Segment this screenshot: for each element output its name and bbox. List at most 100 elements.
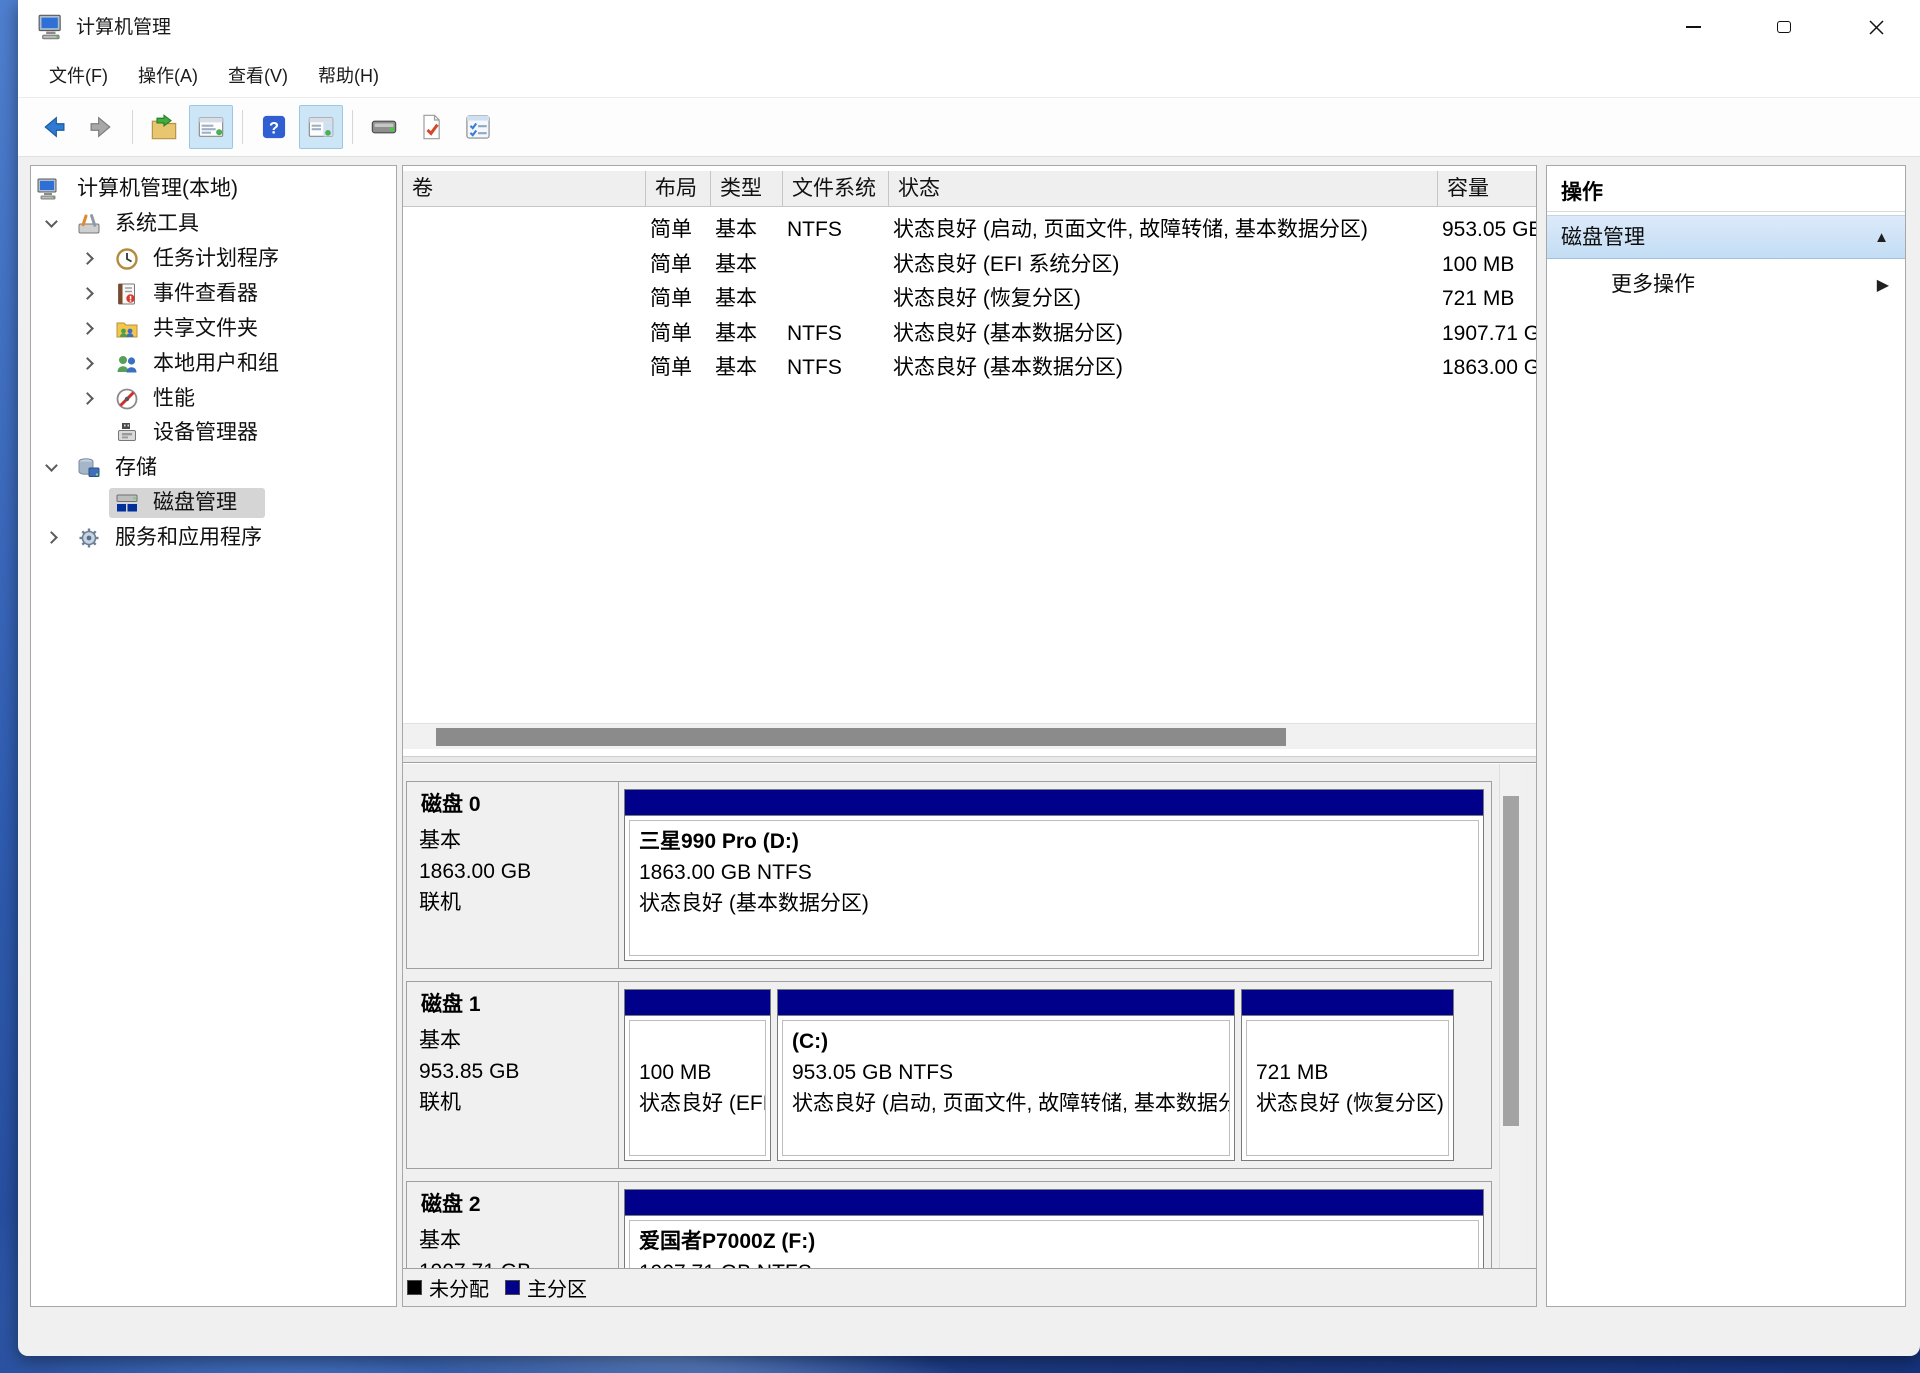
toolbar-show-console-tree-button[interactable] bbox=[189, 105, 233, 149]
column-header-volume[interactable]: 卷 bbox=[403, 171, 646, 207]
vertical-scrollbar-thumb[interactable] bbox=[1503, 796, 1519, 1126]
disk-graph-vertical-scrollbar[interactable] bbox=[1499, 764, 1521, 1268]
sidebar-item-event-viewer[interactable]: 事件查看器 bbox=[31, 277, 396, 311]
partition-block[interactable]: 三星990 Pro (D:)1863.00 GB NTFS状态良好 (基本数据分… bbox=[624, 789, 1484, 961]
volume-row[interactable]: (磁盘 1 磁盘分区 4)简单基本状态良好 (恢复分区)721 MB bbox=[403, 282, 1537, 316]
volume-row[interactable]: (C:)简单基本NTFS状态良好 (启动, 页面文件, 故障转储, 基本数据分区… bbox=[403, 213, 1537, 247]
disk-info-cell[interactable]: 磁盘 2基本1907.71 GB bbox=[407, 1182, 619, 1268]
column-header-layout[interactable]: 布局 bbox=[646, 171, 711, 207]
volume-cell-status: 状态良好 (启动, 页面文件, 故障转储, 基本数据分区) bbox=[893, 213, 1436, 247]
sidebar-item-shared-folders[interactable]: 共享文件夹 bbox=[31, 312, 396, 346]
show-console-tree-icon bbox=[197, 113, 225, 141]
partition-label bbox=[1256, 1026, 1448, 1057]
sidebar-item-task-scheduler[interactable]: 任务计划程序 bbox=[31, 242, 396, 276]
chevron-right-icon[interactable] bbox=[81, 287, 94, 300]
toolbar-disk-properties-button[interactable] bbox=[362, 105, 406, 149]
volume-list-horizontal-scrollbar[interactable] bbox=[403, 723, 1536, 749]
chevron-right-icon[interactable] bbox=[45, 531, 58, 544]
sidebar-item-services[interactable]: 服务和应用程序 bbox=[31, 521, 396, 555]
disk-graph-area: 磁盘 0基本1863.00 GB联机三星990 Pro (D:)1863.00 … bbox=[403, 764, 1536, 1268]
sidebar-item-tools[interactable]: 系统工具 bbox=[31, 207, 396, 241]
menu-item-2[interactable]: 查看(V) bbox=[213, 55, 303, 97]
volume-row[interactable]: 三星990 Pro (D:)简单基本NTFS状态良好 (基本数据分区)1863.… bbox=[403, 351, 1537, 385]
volume-row[interactable]: 爱国者P7000Z (F:)简单基本NTFS状态良好 (基本数据分区)1907.… bbox=[403, 317, 1537, 351]
toolbar-help-button[interactable]: ? bbox=[252, 105, 296, 149]
disk-meta-line: 联机 bbox=[419, 888, 614, 918]
volume-row[interactable]: (磁盘 1 磁盘分区 1)简单基本状态良好 (EFI 系统分区)100 MB bbox=[403, 248, 1537, 282]
horizontal-scrollbar-thumb[interactable] bbox=[436, 728, 1286, 746]
actions-disk-management-section[interactable]: 磁盘管理 ▲ bbox=[1547, 215, 1905, 259]
menu-item-1[interactable]: 操作(A) bbox=[123, 55, 213, 97]
show-actions-pane-icon bbox=[307, 113, 335, 141]
actions-panel: 操作 磁盘管理 ▲ 更多操作 ▶ bbox=[1546, 165, 1906, 1307]
sidebar-item-label: 本地用户和组 bbox=[153, 347, 279, 381]
chevron-down-icon[interactable] bbox=[45, 215, 58, 228]
sidebar-item-local-users[interactable]: 本地用户和组 bbox=[31, 347, 396, 381]
column-header-status[interactable]: 状态 bbox=[889, 171, 1438, 207]
computer-management-window: 计算机管理 文件(F)操作(A)查看(V)帮助(H) ? 计算机管理(本地)系统… bbox=[18, 0, 1920, 1356]
partition-details: 100 MB状态良好 (EFI 系统分区) bbox=[629, 1020, 766, 1156]
sidebar-item-disk-management[interactable]: 磁盘管理 bbox=[31, 486, 396, 520]
sidebar-item-label: 共享文件夹 bbox=[153, 312, 258, 346]
sidebar-item-computer[interactable]: 计算机管理(本地) bbox=[31, 172, 396, 206]
column-header-type[interactable]: 类型 bbox=[711, 171, 783, 207]
chevron-right-icon[interactable] bbox=[81, 357, 94, 370]
toolbar-separator bbox=[132, 110, 133, 144]
volume-cell-capacity: 721 MB bbox=[1442, 282, 1536, 316]
toolbar: ? bbox=[18, 97, 1920, 157]
partition-block[interactable]: 100 MB状态良好 (EFI 系统分区) bbox=[624, 989, 771, 1161]
disk-info-cell[interactable]: 磁盘 0基本1863.00 GB联机 bbox=[407, 782, 619, 968]
chevron-right-icon[interactable] bbox=[81, 322, 94, 335]
menu-item-0[interactable]: 文件(F) bbox=[34, 55, 123, 97]
toolbar-checklist-button[interactable] bbox=[456, 105, 500, 149]
partition-block[interactable]: 爱国者P7000Z (F:)1907.71 GB NTFS状态良好 (基本数据分… bbox=[624, 1189, 1484, 1268]
menu-item-3[interactable]: 帮助(H) bbox=[303, 55, 394, 97]
maximize-icon bbox=[1777, 21, 1791, 33]
close-icon bbox=[1868, 19, 1885, 36]
legend-label: 主分区 bbox=[527, 1273, 587, 1302]
chevron-down-icon[interactable] bbox=[45, 459, 58, 472]
forward-icon bbox=[87, 113, 115, 141]
toolbar-check-document-button[interactable] bbox=[409, 105, 453, 149]
sidebar-item-label: 系统工具 bbox=[115, 207, 199, 241]
disk-info-cell[interactable]: 磁盘 1基本953.85 GB联机 bbox=[407, 982, 619, 1168]
partition-status-line: 状态良好 (基本数据分区) bbox=[639, 888, 1478, 919]
volume-cell-capacity: 953.05 GB bbox=[1442, 213, 1536, 247]
chevron-right-icon[interactable] bbox=[81, 392, 94, 405]
volume-cell-layout: 简单 bbox=[650, 213, 709, 247]
pane-splitter[interactable] bbox=[403, 756, 1536, 763]
disk-row: 磁盘 0基本1863.00 GB联机三星990 Pro (D:)1863.00 … bbox=[406, 781, 1492, 969]
more-actions-item[interactable]: 更多操作 ▶ bbox=[1547, 266, 1905, 304]
close-button[interactable] bbox=[1841, 0, 1911, 54]
sidebar-item-storage[interactable]: 存储 bbox=[31, 451, 396, 485]
actions-divider bbox=[1547, 211, 1905, 212]
partition-size-line: 1907.71 GB NTFS bbox=[639, 1257, 1478, 1268]
toolbar-forward-button[interactable] bbox=[79, 105, 123, 149]
export-icon bbox=[150, 113, 178, 141]
device-manager-icon bbox=[115, 421, 139, 445]
services-icon bbox=[77, 526, 101, 550]
disk-name: 磁盘 1 bbox=[417, 990, 481, 1020]
toolbar-back-button[interactable] bbox=[32, 105, 76, 149]
column-header-fs[interactable]: 文件系统 bbox=[783, 171, 889, 207]
toolbar-export-button[interactable] bbox=[142, 105, 186, 149]
toolbar-show-actions-pane-button[interactable] bbox=[299, 105, 343, 149]
disk-management-main-panel: 卷布局类型文件系统状态容量 (C:)简单基本NTFS状态良好 (启动, 页面文件… bbox=[402, 165, 1537, 1307]
column-header-capacity[interactable]: 容量 bbox=[1438, 171, 1537, 207]
volume-cell-type: 基本 bbox=[715, 282, 781, 316]
partition-block[interactable]: (C:)953.05 GB NTFS状态良好 (启动, 页面文件, 故障转储, … bbox=[777, 989, 1235, 1161]
sidebar-item-device-manager[interactable]: 设备管理器 bbox=[31, 416, 396, 450]
sidebar-item-performance[interactable]: 性能 bbox=[31, 382, 396, 416]
svg-text:?: ? bbox=[269, 119, 279, 137]
volume-cell-status: 状态良好 (恢复分区) bbox=[893, 282, 1436, 316]
maximize-button[interactable] bbox=[1749, 0, 1819, 54]
sidebar-item-label: 计算机管理(本地) bbox=[77, 172, 238, 206]
partition-type-color-bar bbox=[1242, 990, 1453, 1016]
partition-block[interactable]: 721 MB状态良好 (恢复分区) bbox=[1241, 989, 1454, 1161]
disk-name-label: 磁盘 0 bbox=[421, 793, 481, 816]
collapse-section-icon[interactable]: ▲ bbox=[1874, 229, 1889, 246]
chevron-right-icon[interactable] bbox=[81, 252, 94, 265]
actions-section-label: 磁盘管理 bbox=[1561, 216, 1645, 259]
sidebar-item-label: 事件查看器 bbox=[153, 277, 258, 311]
minimize-button[interactable] bbox=[1658, 0, 1728, 54]
